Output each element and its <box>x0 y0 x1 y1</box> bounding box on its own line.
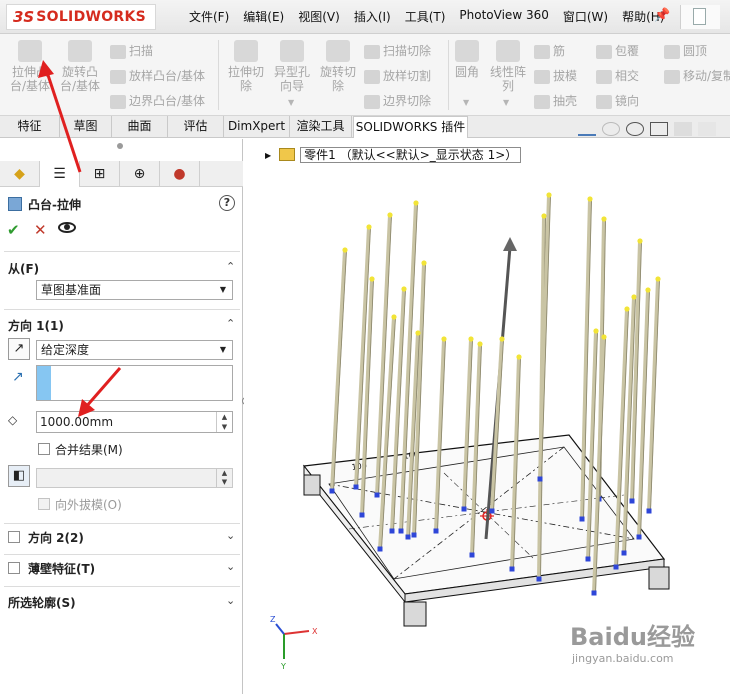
annotation-arrow-head <box>38 60 54 78</box>
watermark-main: Baidu经验 <box>570 623 695 651</box>
watermark-sub: jingyan.baidu.com <box>572 652 674 665</box>
annotation-arrow <box>45 71 82 173</box>
watermark: Baidu经验 jingyan.baidu.com <box>570 617 695 665</box>
annotation-overlay <box>38 60 122 417</box>
annotation-arrow <box>83 367 122 409</box>
